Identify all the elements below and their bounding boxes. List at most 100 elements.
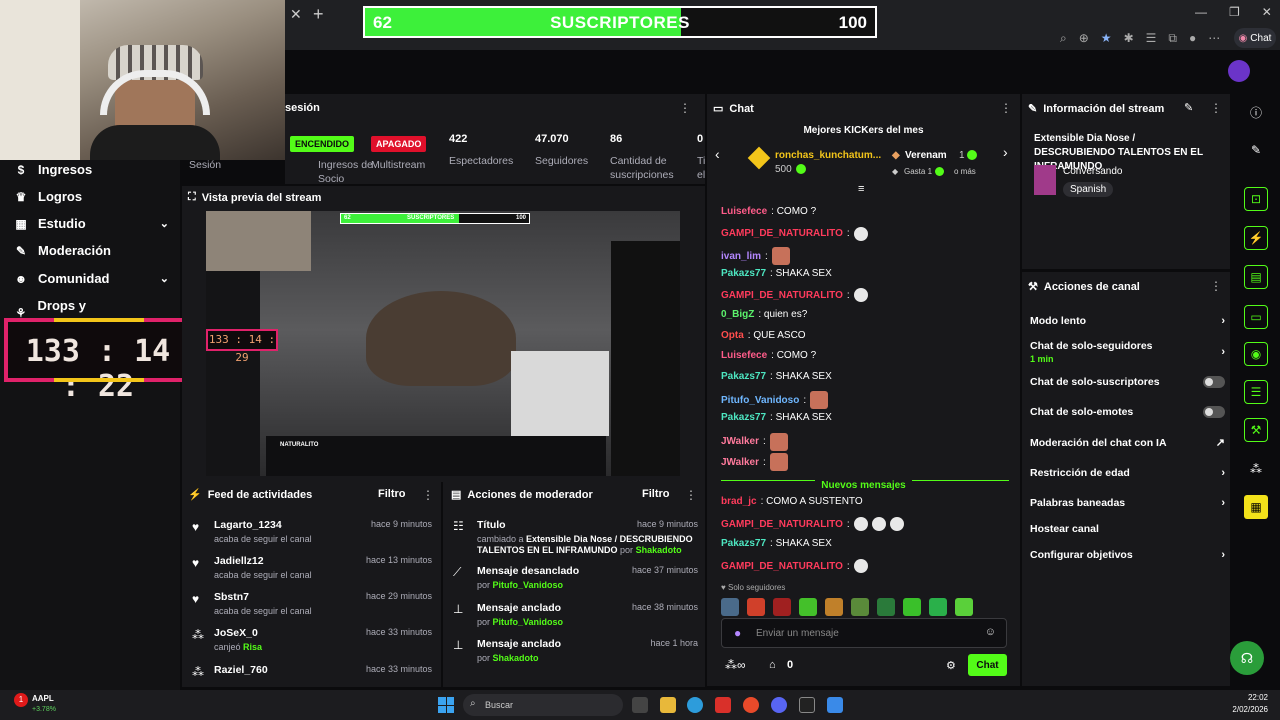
emote-icon[interactable] <box>877 598 895 616</box>
chevron-left-icon[interactable]: ‹ <box>715 146 720 162</box>
ai-moderation-row[interactable]: Moderación del chat con IA ↗ <box>1030 436 1225 450</box>
emote-icon[interactable] <box>721 598 739 616</box>
emote-icon[interactable] <box>929 598 947 616</box>
points-icon[interactable]: ⁂∞ <box>725 658 746 672</box>
emoji-icon[interactable]: ☺ <box>985 626 996 638</box>
chat-username[interactable]: 0_BigZ <box>721 309 754 320</box>
emote-icon[interactable] <box>747 598 765 616</box>
wrench-icon[interactable]: ⚒ <box>1244 418 1268 442</box>
points-icon[interactable]: ⁂ <box>1244 457 1268 481</box>
task-view-icon[interactable] <box>632 697 648 713</box>
info-icon[interactable]: ⓘ <box>1244 100 1268 124</box>
file-explorer-icon[interactable] <box>660 697 676 713</box>
host-channel-row[interactable]: Hostear canal <box>1030 523 1225 535</box>
sidebar-item-moderacion[interactable]: ✎ Moderación <box>14 243 169 258</box>
favorites-icon[interactable]: ☰ <box>1146 31 1157 45</box>
notepad-icon[interactable] <box>827 697 843 713</box>
tab-close-icon[interactable]: ✕ <box>290 6 302 23</box>
bolt-icon[interactable]: ⚡ <box>1244 226 1268 250</box>
zoom-icon[interactable]: ⊕ <box>1079 31 1089 45</box>
chat-username[interactable]: Pakazs77 <box>721 538 766 549</box>
microphone-icon[interactable]: ● <box>734 626 741 640</box>
chat-username[interactable]: Pitufo_Vanidoso <box>721 395 799 406</box>
send-chat-button[interactable]: Chat <box>968 654 1007 676</box>
chrome-icon[interactable] <box>743 697 759 713</box>
gear-icon[interactable]: ⚙ <box>946 659 956 672</box>
more-icon[interactable]: ⋮ <box>679 101 691 115</box>
chat-username[interactable]: GAMPI_DE_NATURALITO <box>721 519 843 530</box>
more-icon[interactable]: ⋮ <box>685 488 697 502</box>
age-restriction-row[interactable]: Restricción de edad › <box>1030 467 1225 479</box>
clapper-icon[interactable]: ▦ <box>1244 495 1268 519</box>
minimize-icon[interactable]: — <box>1195 5 1207 19</box>
filter-button[interactable]: Filtro <box>378 488 406 500</box>
maximize-icon[interactable]: ❐ <box>1229 5 1240 19</box>
close-window-icon[interactable]: ✕ <box>1262 5 1272 19</box>
more-icon[interactable]: ⋮ <box>1000 101 1012 115</box>
emote-icon[interactable] <box>955 598 973 616</box>
emote-icon[interactable] <box>903 598 921 616</box>
emotes-only-row[interactable]: Chat de solo-emotes <box>1030 406 1225 418</box>
store-icon[interactable]: ⌂ <box>769 659 776 671</box>
chat-username[interactable]: GAMPI_DE_NATURALITO <box>721 290 843 301</box>
emotes-only-toggle[interactable] <box>1203 406 1225 418</box>
more-icon[interactable]: ⋮ <box>1210 101 1222 115</box>
edge-icon[interactable] <box>687 697 703 713</box>
stock-name[interactable]: AAPL <box>32 694 54 703</box>
chat-username[interactable]: Pakazs77 <box>721 268 766 279</box>
avatar[interactable] <box>1228 60 1250 82</box>
stream-preview-video[interactable]: 62 SUSCRIPTORES 100 133 : 14 : 29 NATURA… <box>206 211 680 476</box>
app-icon[interactable] <box>715 697 731 713</box>
chat-username[interactable]: JWalker <box>721 436 759 447</box>
chat-username[interactable]: Pakazs77 <box>721 412 766 423</box>
subscribers-only-row[interactable]: Chat de solo-suscriptores <box>1030 376 1225 388</box>
more-icon[interactable]: ⋯ <box>1208 31 1220 45</box>
taskbar-search[interactable]: ⌕ Buscar <box>463 694 623 716</box>
chat-bubble-icon[interactable]: ▭ <box>1244 305 1268 329</box>
chat-username[interactable]: ivan_lim <box>721 251 761 262</box>
chat-username[interactable]: Luisefece <box>721 350 767 361</box>
clip-icon[interactable]: ⊡ <box>1244 187 1268 211</box>
chat-username[interactable]: Pakazs77 <box>721 371 766 382</box>
expand-icon[interactable]: ≡ <box>858 183 864 195</box>
slow-mode-row[interactable]: Modo lento › <box>1030 315 1225 327</box>
goals-row[interactable]: Configurar objetivos › <box>1030 549 1225 561</box>
emote-icon[interactable] <box>799 598 817 616</box>
layers-icon[interactable]: ☰ <box>1244 380 1268 404</box>
chat-username[interactable]: brad_jc <box>721 496 757 507</box>
chat-username[interactable]: GAMPI_DE_NATURALITO <box>721 561 843 572</box>
chat-input[interactable]: ● Enviar un mensaje ☺ <box>721 618 1007 648</box>
pencil-icon[interactable]: ✎ <box>1244 138 1268 162</box>
windows-start-icon[interactable] <box>438 697 454 713</box>
chat-username[interactable]: JWalker <box>721 457 759 468</box>
headset-icon[interactable]: ☊ <box>1230 641 1264 675</box>
followers-only-row[interactable]: Chat de solo-seguidores 1 min › <box>1030 340 1225 364</box>
chat-username[interactable]: GAMPI_DE_NATURALITO <box>721 228 843 239</box>
banned-words-row[interactable]: Palabras baneadas › <box>1030 497 1225 509</box>
sidebar-item-logros[interactable]: ♛ Logros <box>14 189 169 204</box>
emote-icon[interactable] <box>851 598 869 616</box>
sidebar-item-comunidad[interactable]: ☻ Comunidad ⌄ <box>14 271 169 286</box>
capcut-icon[interactable] <box>799 697 815 713</box>
copilot-chat-button[interactable]: ◉ Chat <box>1234 28 1276 48</box>
chat-username[interactable]: Opta <box>721 330 744 341</box>
chat-username[interactable]: Luisefece <box>721 206 767 217</box>
collections-icon[interactable]: ⧉ <box>1168 31 1177 46</box>
more-icon[interactable]: ⋮ <box>422 488 434 502</box>
filter-button[interactable]: Filtro <box>642 488 670 500</box>
search-icon[interactable]: ⌕ <box>1060 31 1067 46</box>
profile-icon[interactable]: ● <box>1189 31 1196 45</box>
discord-icon[interactable] <box>771 697 787 713</box>
emote-icon[interactable] <box>773 598 791 616</box>
chevron-right-icon[interactable]: › <box>1003 144 1008 160</box>
subscribers-only-toggle[interactable] <box>1203 376 1225 388</box>
edit-icon[interactable]: ✎ <box>1184 101 1193 114</box>
emote-icon[interactable] <box>825 598 843 616</box>
document-icon[interactable]: ▤ <box>1244 265 1268 289</box>
sidebar-item-estudio[interactable]: ▦ Estudio ⌄ <box>14 216 169 231</box>
star-icon[interactable]: ★ <box>1101 31 1112 45</box>
extension-icon[interactable]: ✱ <box>1124 31 1134 45</box>
new-tab-icon[interactable]: + <box>313 4 324 25</box>
sidebar-item-ingresos[interactable]: $ Ingresos <box>14 162 169 177</box>
broadcast-icon[interactable]: ◉ <box>1244 342 1268 366</box>
